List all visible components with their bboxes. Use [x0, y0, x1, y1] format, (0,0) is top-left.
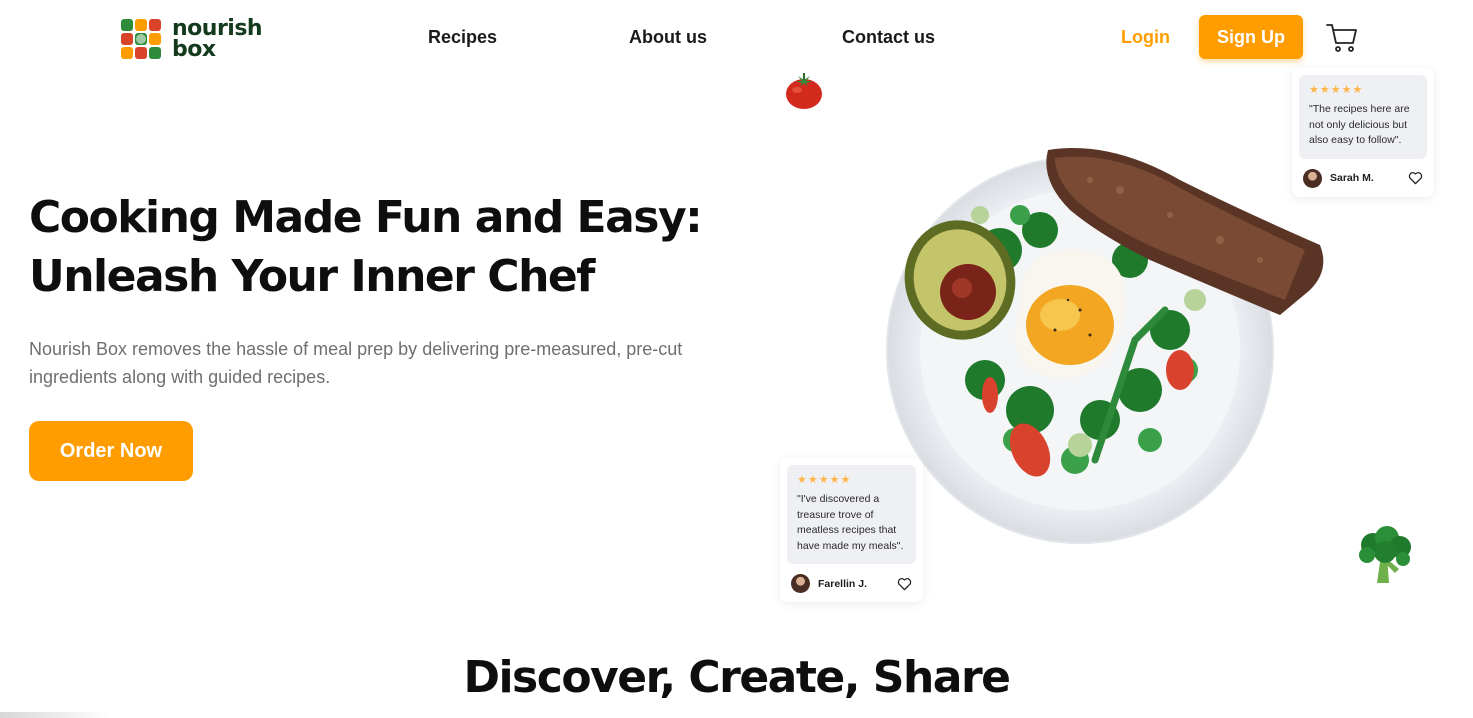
- reviewer: Farellin J.: [791, 574, 867, 593]
- logo-line-2: box: [172, 37, 216, 62]
- reviewer-name: Farellin J.: [818, 577, 868, 590]
- brand-logo[interactable]: nourish box: [118, 16, 263, 62]
- heart-icon[interactable]: [897, 577, 912, 591]
- hero-title-line-1: Cooking Made Fun and Easy:: [29, 192, 703, 243]
- salad-plate-image: [886, 148, 1324, 544]
- nav-link-about[interactable]: About us: [629, 27, 707, 48]
- hero-title: Cooking Made Fun and Easy: Unleash Your …: [29, 188, 729, 306]
- rating-stars: ★★★★★: [1309, 84, 1364, 96]
- broccoli-illustration: [1359, 526, 1411, 583]
- heart-icon[interactable]: [1408, 171, 1423, 185]
- hero-description: Nourish Box removes the hassle of meal p…: [29, 339, 683, 387]
- review-body: ★★★★★ "I've discovered a treasure trove …: [787, 465, 916, 564]
- review-quote: "I've discovered a treasure trove of mea…: [797, 493, 904, 552]
- review-footer: Farellin J.: [787, 564, 916, 595]
- cart-icon[interactable]: [1325, 20, 1359, 54]
- review-card: ★★★★★ "The recipes here are not only del…: [1292, 68, 1434, 197]
- review-body: ★★★★★ "The recipes here are not only del…: [1299, 75, 1427, 159]
- tomato-illustration: [786, 73, 822, 109]
- avatar: [791, 574, 810, 593]
- reviewer-name: Sarah M.: [1330, 172, 1374, 184]
- scroll-shadow: [0, 712, 110, 718]
- site-header: nourish box Recipes About us Contact us …: [0, 0, 1473, 76]
- rating-stars: ★★★★★: [797, 474, 852, 486]
- review-quote: "The recipes here are not only delicious…: [1309, 103, 1410, 146]
- review-card: ★★★★★ "I've discovered a treasure trove …: [780, 458, 923, 602]
- review-footer: Sarah M.: [1299, 159, 1427, 190]
- hero-title-line-2: Unleash Your Inner Chef: [29, 251, 595, 302]
- logo-icon: [120, 18, 162, 60]
- login-link[interactable]: Login: [1121, 27, 1170, 48]
- avatar: [1303, 168, 1322, 188]
- nav-link-recipes[interactable]: Recipes: [428, 27, 497, 48]
- nav-link-contact[interactable]: Contact us: [842, 27, 935, 48]
- reviewer: Sarah M.: [1303, 168, 1374, 188]
- logo-line-1: nourish: [172, 16, 263, 41]
- logo-wordmark: nourish box: [172, 16, 263, 62]
- order-now-button[interactable]: Order Now: [29, 421, 193, 481]
- section-title: Discover, Create, Share: [463, 652, 1011, 703]
- signup-button[interactable]: Sign Up: [1199, 15, 1303, 59]
